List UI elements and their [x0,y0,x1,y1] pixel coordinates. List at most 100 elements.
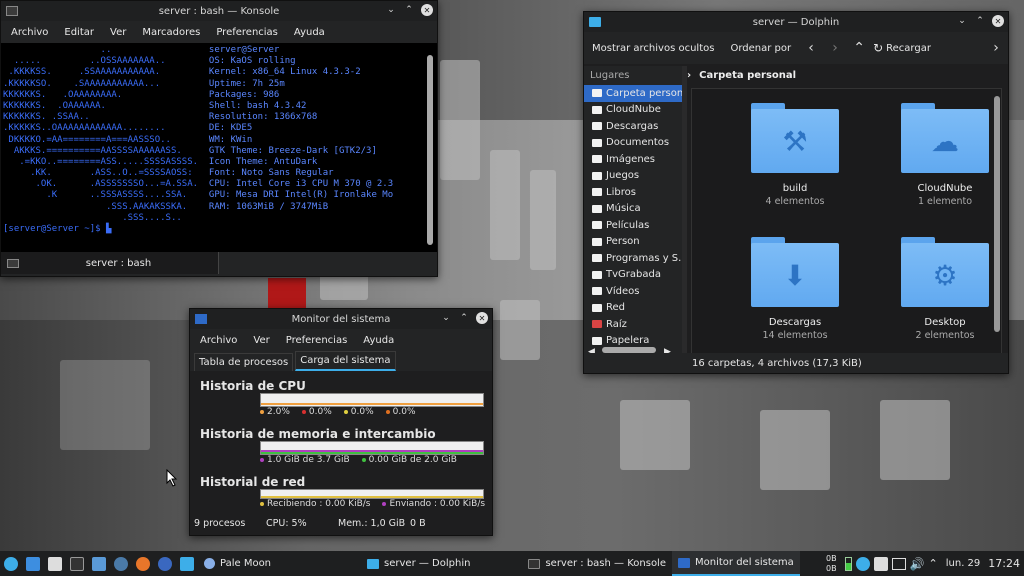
task-system-monitor[interactable]: Monitor del sistema [672,551,800,576]
maximize-icon[interactable]: ⌃ [974,15,986,27]
terminal-line: .. server@Server [3,45,437,56]
back-icon[interactable]: ‹ [799,40,823,56]
up-icon[interactable]: ⌃ [847,40,871,56]
terminal-line: .KKKKKSO. .SAAAAAAAAAAA... Uptime: 7h 25… [3,79,437,90]
place-item[interactable]: Libros [584,184,682,201]
expand-tray-icon[interactable]: ⌃ [929,557,938,570]
menu-ayuda[interactable]: Ayuda [355,335,402,346]
reload-icon[interactable]: ↻ [873,41,883,55]
place-label: Papelera [606,335,650,347]
maximize-icon[interactable]: ⌃ [403,4,415,16]
place-item[interactable]: TvGrabada [584,267,682,284]
dolphin-toolbar: Mostrar archivos ocultos Ordenar por ‹ ›… [584,32,1008,64]
terminal-line: .SSS....S.. [3,213,437,224]
network-history-title: Historial de red [200,475,306,489]
tab-system-load[interactable]: Carga del sistema [295,351,396,371]
folder-item[interactable]: ⬇ Descargas 14 elementos [720,223,870,357]
monitor-icon [678,557,690,568]
breadcrumb-current[interactable]: Carpeta personal [699,70,796,81]
task-dolphin[interactable]: server — Dolphin [361,551,476,576]
sysmon-titlebar[interactable]: Monitor del sistema ⌄ ⌃ ✕ [190,309,492,329]
terminal-output[interactable]: .. server@Server ..... ..OSSAAAAAAA.. OS… [1,43,437,252]
dolphin-main-view: › Carpeta personal ⚒ build 4 elementos ☁ Clo… [687,66,1002,366]
palemoon-launcher-icon[interactable] [158,556,172,571]
cpu-legend: 2.0% 0.0% 0.0% 0.0% [260,407,492,417]
show-hidden-files-button[interactable]: Mostrar archivos ocultos [584,43,722,54]
terminal-scrollbar[interactable] [427,55,433,245]
date-label[interactable]: lun. 29 [946,558,981,569]
terminal-icon [7,258,19,268]
kaos-launcher-icon[interactable] [4,556,18,571]
dock-launcher-icon[interactable] [92,556,106,571]
tab-process-table[interactable]: Tabla de procesos [194,353,294,371]
minimize-icon[interactable]: ⌄ [956,15,968,27]
sort-by-button[interactable]: Ordenar por [722,43,799,54]
close-icon[interactable]: ✕ [992,15,1004,27]
place-item[interactable]: Imágenes [584,151,682,168]
breadcrumb[interactable]: › Carpeta personal [687,66,1002,84]
place-item[interactable]: Vídeos [584,283,682,300]
ascii-art: .. [3,45,209,55]
place-item[interactable]: Programas y S. [584,250,682,267]
menu-ver[interactable]: Ver [102,27,134,38]
place-item[interactable]: Juegos [584,168,682,185]
system-info: CPU: Intel Core i3 CPU M 370 @ 2.3 [208,179,394,190]
clock[interactable]: 17:24 [988,557,1020,570]
network-history-section: Historial de red Recibiendo : 0.00 KiB/s… [190,475,492,509]
chat-icon[interactable] [855,556,870,571]
menu-archivo[interactable]: Archivo [3,27,56,38]
minimize-icon[interactable]: ⌄ [440,312,452,324]
ascii-art: AKKKS.==========AASSSSAAAAAASS. [3,145,209,156]
folder-icon [592,221,602,230]
close-icon[interactable]: ✕ [421,4,433,16]
menu-ver[interactable]: Ver [245,335,277,346]
files-launcher-icon[interactable] [180,556,194,571]
task-konsole[interactable]: server : bash — Konsole [522,551,672,576]
maximize-icon[interactable]: ⌃ [458,312,470,324]
terminal-launcher-icon[interactable] [70,556,84,571]
place-item[interactable]: Carpeta personal [584,85,682,102]
terminal-line: .KKKKKS..OAAAAAAAAAAAA........ DE: KDE5 [3,123,437,134]
trash-icon [592,336,602,345]
place-item[interactable]: Person [584,234,682,251]
sending-legend-item: Enviando : 0.00 KiB/s [382,499,485,509]
menu-editar[interactable]: Editar [56,27,102,38]
task-palemoon[interactable]: Pale Moon [198,551,277,576]
network-launcher-icon[interactable] [114,556,128,571]
network-icon[interactable] [891,557,906,570]
place-item[interactable]: Documentos [584,135,682,152]
minimize-icon[interactable]: ⌄ [385,4,397,16]
place-item[interactable]: CloudNube [584,102,682,119]
more-icon[interactable]: › [984,40,1008,56]
file-grid-scrollbar[interactable] [994,96,1000,332]
place-item[interactable]: Películas [584,217,682,234]
clapper-launcher-icon[interactable] [48,556,62,571]
klipper-icon[interactable] [873,556,888,571]
menu-preferencias[interactable]: Preferencias [208,27,286,38]
terminal-prompt[interactable]: [server@Server ~]$ ▙ [3,224,437,235]
menu-marcadores[interactable]: Marcadores [134,27,208,38]
place-item[interactable]: Música [584,201,682,218]
battery-icon[interactable] [844,556,852,571]
folder-icon [367,558,380,569]
reload-button[interactable]: Recargar [883,43,939,54]
dolphin-launcher-icon[interactable] [26,556,40,571]
ascii-art: .KK. .ASS..O..=SSSSAOSS: [3,168,209,179]
place-item[interactable]: Descargas [584,118,682,135]
menu-ayuda[interactable]: Ayuda [286,27,333,38]
tab-server-bash[interactable]: server : bash [1,252,219,274]
swap-legend-item: 0.00 GiB de 2.0 GiB [361,455,457,465]
menu-preferencias[interactable]: Preferencias [278,335,356,346]
konsole-titlebar[interactable]: server : bash — Konsole ⌄ ⌃ ✕ [1,1,437,21]
place-item[interactable]: Raíz [584,316,682,333]
volume-icon[interactable]: 🔊 [910,557,925,571]
place-item[interactable]: Red [584,300,682,317]
dolphin-titlebar[interactable]: server — Dolphin ⌄ ⌃ ✕ [584,12,1008,32]
firefox-launcher-icon[interactable] [136,556,150,571]
menu-archivo[interactable]: Archivo [192,335,245,346]
close-icon[interactable]: ✕ [476,312,488,324]
forward-icon[interactable]: › [823,40,847,56]
places-panel: Lugares Carpeta personal CloudNube Descarg… [584,66,682,363]
folder-item[interactable]: ⚒ build 4 elementos [720,89,870,223]
system-info: GPU: Mesa DRI Intel(R) Ironlake Mo [208,190,394,201]
